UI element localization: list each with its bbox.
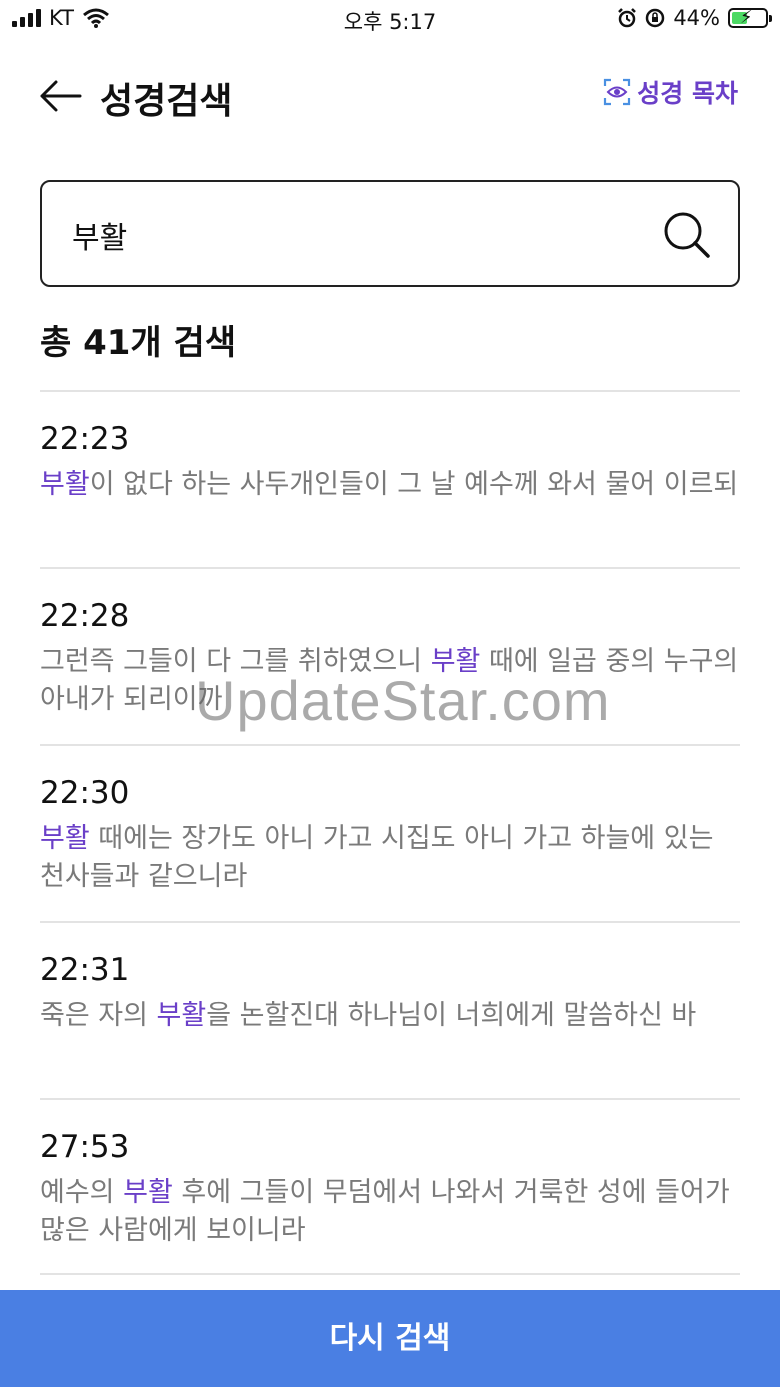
- highlighted-keyword: 부활: [40, 469, 90, 500]
- battery-percent: 44%: [673, 6, 720, 30]
- alarm-icon: [618, 8, 637, 28]
- verse-reference: 22:23: [40, 421, 130, 457]
- result-item[interactable]: 22:23 부활이 없다 하는 사두개인들이 그 날 예수께 와서 물어 이르되: [40, 390, 740, 567]
- highlighted-keyword: 부활: [430, 646, 481, 677]
- search-again-button[interactable]: 다시 검색: [0, 1290, 780, 1387]
- bible-toc-button[interactable]: 성경 목차: [603, 74, 738, 110]
- status-bar: KT 오후 5:17 44% ⚡: [0, 0, 780, 38]
- search-input[interactable]: [70, 210, 634, 260]
- back-arrow-icon: [40, 80, 82, 112]
- highlighted-keyword: 부활: [156, 1000, 207, 1031]
- result-item[interactable]: 22:30 부활 때에는 장가도 아니 가고 시집도 아니 가고 하늘에 있는 …: [40, 744, 740, 921]
- verse-reference: 22:31: [40, 952, 130, 988]
- verse-text: 부활 때에는 장가도 아니 가고 시집도 아니 가고 하늘에 있는 천사들과 같…: [40, 823, 714, 892]
- eye-scan-icon: [604, 78, 631, 106]
- verse-reference: 22:30: [40, 775, 130, 811]
- highlighted-keyword: 부활: [123, 1177, 173, 1208]
- verse-text: 부활이 없다 하는 사두개인들이 그 날 예수께 와서 물어 이르되: [40, 469, 739, 500]
- highlighted-keyword: 부활: [40, 823, 90, 854]
- back-button[interactable]: [36, 74, 84, 118]
- verse-text: 죽은 자의 부활을 논할진대 하나님이 너희에게 말씀하신 바: [40, 1000, 697, 1031]
- search-button[interactable]: [662, 210, 712, 260]
- verse-reference: 27:53: [40, 1129, 130, 1165]
- result-item[interactable]: 22:31 죽은 자의 부활을 논할진대 하나님이 너희에게 말씀하신 바: [40, 921, 740, 1098]
- header: 성경검색 성경 목차: [0, 62, 780, 132]
- verse-reference: 22:28: [40, 598, 130, 634]
- page-title: 성경검색: [100, 81, 233, 122]
- search-box: [40, 180, 740, 287]
- result-item[interactable]: 22:28 그런즉 그들이 다 그를 취하였으니 부활 때에 일곱 중의 누구의…: [40, 567, 740, 744]
- search-icon: [664, 212, 710, 258]
- result-count: 총 41개 검색: [40, 323, 237, 363]
- battery-charging-icon: ⚡: [728, 7, 772, 28]
- verse-text: 그런즉 그들이 다 그를 취하였으니 부활 때에 일곱 중의 누구의 아내가 되…: [40, 646, 739, 715]
- result-item[interactable]: 27:53 예수의 부활 후에 그들이 무덤에서 나와서 거룩한 성에 들어가 …: [40, 1098, 740, 1275]
- results-list: 22:23 부활이 없다 하는 사두개인들이 그 날 예수께 와서 물어 이르되…: [40, 390, 740, 1275]
- bible-toc-label: 성경 목차: [637, 79, 738, 108]
- orientation-lock-icon: [646, 8, 665, 28]
- verse-text: 예수의 부활 후에 그들이 무덤에서 나와서 거룩한 성에 들어가 많은 사람에…: [40, 1177, 730, 1246]
